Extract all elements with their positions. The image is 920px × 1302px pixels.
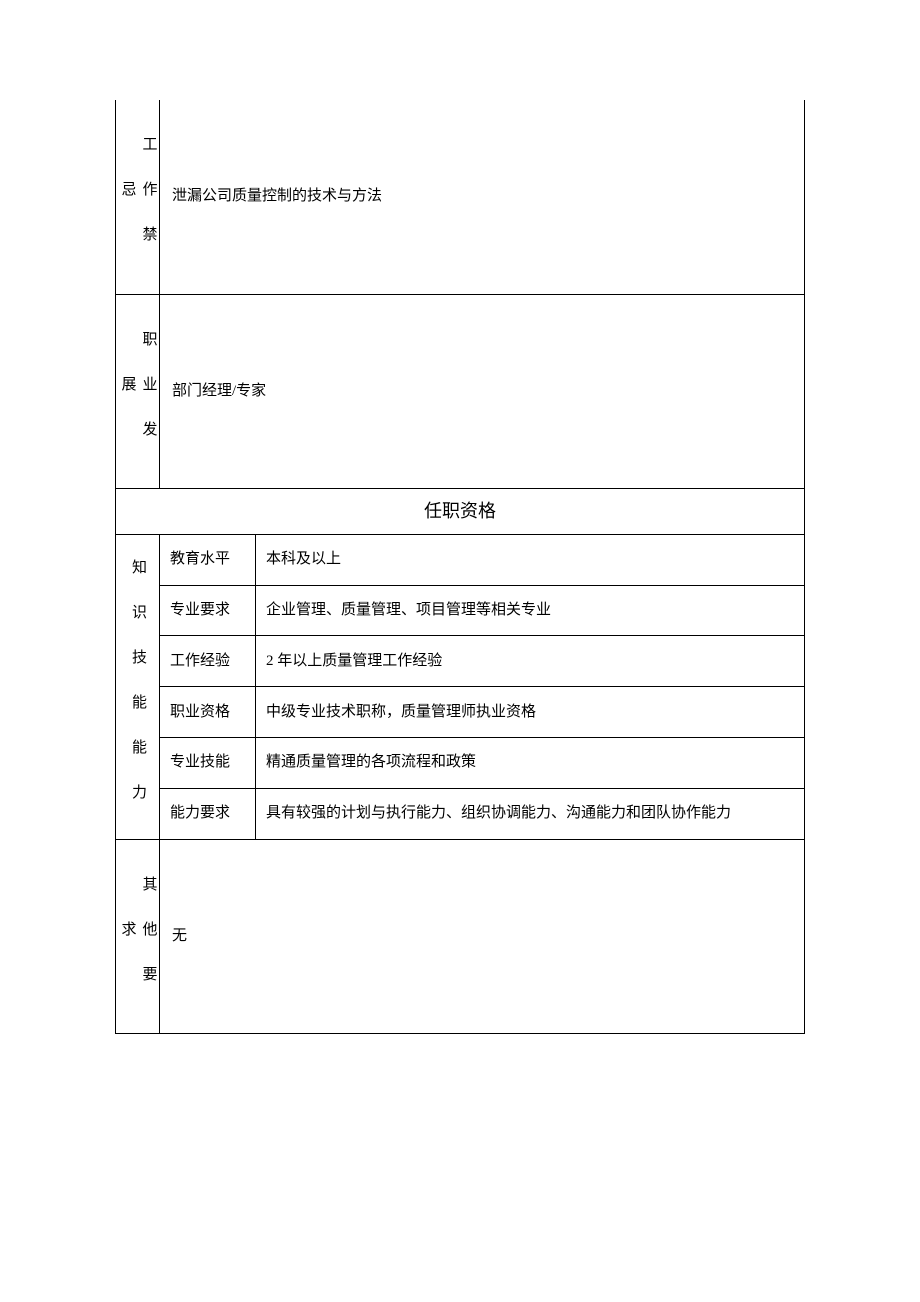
other-req-label: 其他要求 — [116, 839, 160, 1033]
ability-value: 具有较强的计划与执行能力、组织协调能力、沟通能力和团队协作能力 — [256, 788, 805, 839]
ability-label: 能力要求 — [160, 788, 256, 839]
cert-label: 职业资格 — [160, 687, 256, 738]
work-taboo-content: 泄漏公司质量控制的技术与方法 — [160, 100, 805, 294]
edu-label: 教育水平 — [160, 534, 256, 585]
exp-value: 2 年以上质量管理工作经验 — [256, 636, 805, 687]
section-header: 任职资格 — [116, 488, 805, 534]
job-spec-table: 工作禁忌 泄漏公司质量控制的技术与方法 职业发展 部门经理/专家 任职资格 知识… — [115, 100, 805, 1034]
skill-value: 精通质量管理的各项流程和政策 — [256, 738, 805, 789]
exp-label: 工作经验 — [160, 636, 256, 687]
cert-value: 中级专业技术职称，质量管理师执业资格 — [256, 687, 805, 738]
work-taboo-label: 工作禁忌 — [116, 100, 160, 294]
skill-label: 专业技能 — [160, 738, 256, 789]
career-dev-content: 部门经理/专家 — [160, 294, 805, 488]
career-dev-label: 职业发展 — [116, 294, 160, 488]
other-req-content: 无 — [160, 839, 805, 1033]
edu-value: 本科及以上 — [256, 534, 805, 585]
qualification-group-label: 知识技能能力 — [116, 534, 160, 839]
major-value: 企业管理、质量管理、项目管理等相关专业 — [256, 585, 805, 636]
major-label: 专业要求 — [160, 585, 256, 636]
